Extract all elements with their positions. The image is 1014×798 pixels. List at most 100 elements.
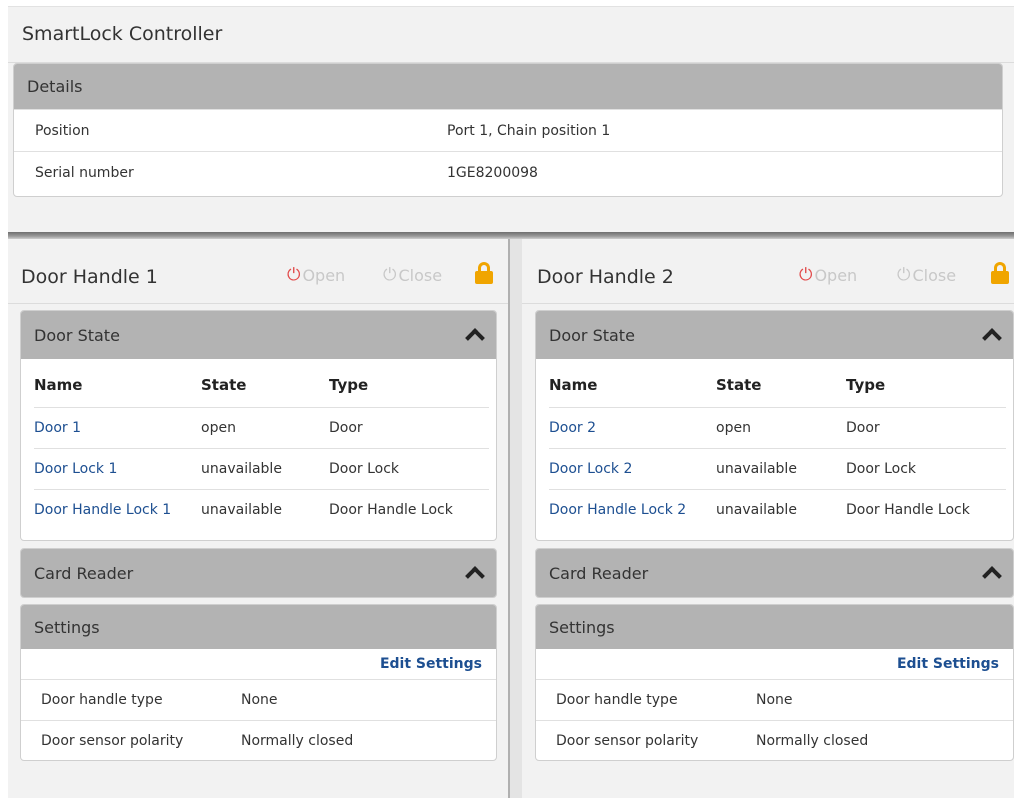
door-state-table: Name State Type Door 1 open Door Door Lo… — [34, 359, 489, 530]
power-icon: ⏻ — [287, 265, 301, 285]
open-button-label: Open — [814, 265, 858, 285]
settings-header: Settings — [21, 605, 496, 649]
settings-key: Door handle type — [556, 692, 678, 708]
sensor-type: Door — [846, 406, 1006, 448]
settings-key: Door sensor polarity — [556, 733, 699, 749]
sensor-type: Door — [329, 406, 489, 448]
chevron-up-icon[interactable] — [465, 328, 485, 348]
edit-settings-row: Edit Settings — [21, 649, 496, 679]
door-state-header[interactable]: Door State — [21, 311, 496, 359]
door-state-table: Name State Type Door 2 open Door Door Lo… — [549, 359, 1006, 530]
panel-title-divider — [8, 303, 508, 304]
section-separator — [8, 232, 1014, 239]
sensor-state: unavailable — [201, 488, 329, 530]
door-state-header-label: Door State — [549, 325, 635, 345]
settings-row: Door sensor polarity Normally closed — [536, 720, 1013, 760]
door-state-header[interactable]: Door State — [536, 311, 1013, 359]
sensor-state: unavailable — [716, 447, 846, 489]
settings-row: Door handle type None — [21, 679, 496, 720]
column-header: Name — [549, 375, 598, 394]
sensor-type: Door Handle Lock — [329, 488, 489, 530]
settings-row: Door handle type None — [536, 679, 1013, 720]
close-button[interactable]: ⏻ Close — [383, 265, 442, 285]
table-header-row: Name State Type — [34, 359, 489, 407]
card-reader-header[interactable]: Card Reader — [21, 549, 496, 597]
lock-icon — [991, 262, 1009, 284]
door-handle-panel-1: Door Handle 1 ⏻ Open ⏻ Close Door State … — [8, 239, 508, 798]
sensor-state: open — [716, 406, 846, 448]
sensor-type: Door Lock — [846, 447, 1006, 489]
chevron-up-icon[interactable] — [465, 566, 485, 586]
details-key: Position — [35, 122, 90, 139]
table-header-row: Name State Type — [549, 359, 1006, 407]
chevron-up-icon[interactable] — [982, 328, 1002, 348]
details-header: Details — [14, 64, 1002, 109]
sensor-link[interactable]: Door Lock 1 — [34, 461, 117, 477]
page-title: SmartLock Controller — [22, 23, 223, 45]
door-handle-panel-2: Door Handle 2 ⏻ Open ⏻ Close Door State … — [522, 239, 1014, 798]
column-header: Type — [329, 375, 369, 394]
card-reader-card: Card Reader — [20, 548, 497, 598]
sensor-type: Door Handle Lock — [846, 488, 1006, 530]
settings-key: Door handle type — [41, 692, 163, 708]
sensor-link[interactable]: Door Lock 2 — [549, 461, 632, 477]
door-handle-title: Door Handle 1 — [21, 266, 158, 288]
settings-value: Normally closed — [756, 733, 869, 749]
close-button-label: Close — [912, 265, 957, 285]
column-header: State — [201, 375, 247, 394]
edit-settings-link[interactable]: Edit Settings — [380, 656, 482, 672]
chevron-up-icon[interactable] — [982, 566, 1002, 586]
column-header: Name — [34, 375, 83, 394]
panel-splitter[interactable] — [508, 239, 522, 798]
sensor-state: unavailable — [716, 488, 846, 530]
settings-card: Settings Edit Settings Door handle type … — [20, 604, 497, 761]
card-reader-header-label: Card Reader — [549, 563, 649, 583]
settings-card: Settings Edit Settings Door handle type … — [535, 604, 1014, 761]
sensor-state: open — [201, 406, 329, 448]
settings-header: Settings — [536, 605, 1013, 649]
details-key: Serial number — [35, 164, 134, 181]
door-state-card: Door State Name State Type Door 1 open D… — [20, 310, 497, 541]
sensor-link[interactable]: Door 1 — [34, 420, 81, 436]
table-row: Door 2 open Door — [549, 406, 1006, 448]
panel-title-divider — [522, 303, 1014, 304]
open-button-label: Open — [302, 265, 346, 285]
sensor-link[interactable]: Door Handle Lock 1 — [34, 502, 171, 518]
sensor-link[interactable]: Door Handle Lock 2 — [549, 502, 686, 518]
table-row: Door Lock 2 unavailable Door Lock — [549, 447, 1006, 489]
settings-row: Door sensor polarity Normally closed — [21, 720, 496, 760]
edit-settings-row: Edit Settings — [536, 649, 1013, 679]
open-button[interactable]: ⏻ Open — [287, 265, 345, 285]
close-button[interactable]: ⏻ Close — [897, 265, 956, 285]
table-row: Door 1 open Door — [34, 406, 489, 448]
table-row: Door Handle Lock 2 unavailable Door Hand… — [549, 488, 1006, 530]
door-state-header-label: Door State — [34, 325, 120, 345]
sensor-type: Door Lock — [329, 447, 489, 489]
details-row-serial: Serial number 1GE8200098 — [14, 151, 1002, 193]
power-icon: ⏻ — [799, 265, 813, 285]
settings-value: None — [241, 692, 278, 708]
table-row: Door Handle Lock 1 unavailable Door Hand… — [34, 488, 489, 530]
details-card: Details Position Port 1, Chain position … — [13, 63, 1003, 197]
edit-settings-link[interactable]: Edit Settings — [897, 656, 999, 672]
lock-icon — [475, 262, 493, 284]
settings-value: None — [756, 692, 793, 708]
sensor-state: unavailable — [201, 447, 329, 489]
card-reader-header[interactable]: Card Reader — [536, 549, 1013, 597]
settings-key: Door sensor polarity — [41, 733, 184, 749]
details-header-label: Details — [27, 77, 83, 96]
settings-value: Normally closed — [241, 733, 354, 749]
column-header: State — [716, 375, 762, 394]
sensor-link[interactable]: Door 2 — [549, 420, 596, 436]
details-value: Port 1, Chain position 1 — [447, 122, 611, 139]
details-row-position: Position Port 1, Chain position 1 — [14, 109, 1002, 151]
open-button[interactable]: ⏻ Open — [799, 265, 857, 285]
door-handle-title: Door Handle 2 — [537, 266, 674, 288]
table-row: Door Lock 1 unavailable Door Lock — [34, 447, 489, 489]
door-state-card: Door State Name State Type Door 2 open D… — [535, 310, 1014, 541]
card-reader-header-label: Card Reader — [34, 563, 134, 583]
column-header: Type — [846, 375, 886, 394]
power-icon: ⏻ — [897, 265, 911, 285]
card-reader-card: Card Reader — [535, 548, 1014, 598]
power-icon: ⏻ — [383, 265, 397, 285]
